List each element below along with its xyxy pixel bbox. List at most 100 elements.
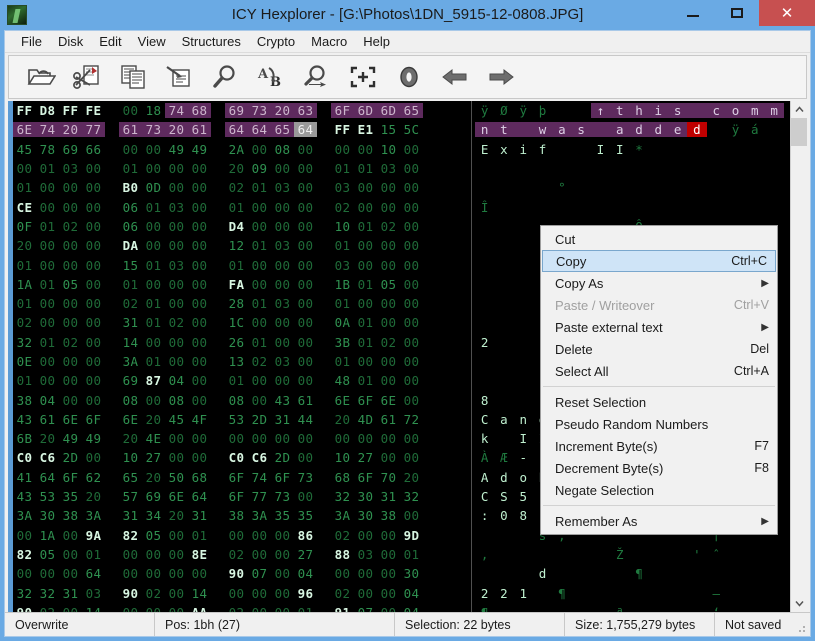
hex-byte[interactable]: 2D (248, 412, 271, 427)
title-bar[interactable]: ICY Hexplorer - [G:\Photos\1DN_5915-12-0… (0, 0, 815, 30)
hex-byte[interactable]: 00 (188, 296, 211, 311)
ascii-char[interactable] (494, 200, 513, 215)
ascii-char[interactable]: n (514, 412, 533, 427)
ascii-row[interactable]: Exif I I * (472, 140, 790, 159)
hex-byte[interactable]: 27 (142, 450, 165, 465)
hex-byte[interactable]: 00 (142, 566, 165, 581)
hex-byte[interactable]: 08 (225, 393, 248, 408)
ascii-char[interactable] (494, 547, 513, 562)
scroll-track[interactable] (791, 118, 807, 595)
ascii-char[interactable] (552, 566, 571, 581)
context-menu-item-increment-byte-s[interactable]: Increment Byte(s) F7 (541, 435, 777, 457)
hex-byte[interactable]: 00 (400, 219, 423, 234)
hex-byte[interactable]: C6 (36, 450, 59, 465)
hex-byte[interactable]: 70 (377, 470, 400, 485)
ascii-char[interactable] (591, 566, 610, 581)
hex-byte[interactable]: 00 (377, 296, 400, 311)
ascii-char[interactable] (649, 566, 668, 581)
ascii-char[interactable] (687, 142, 706, 157)
hex-byte[interactable]: 4D (354, 412, 377, 427)
hex-byte[interactable]: 31 (271, 412, 294, 427)
hex-byte[interactable]: 00 (377, 450, 400, 465)
hex-byte[interactable]: 6B (13, 431, 36, 446)
ascii-char[interactable] (494, 258, 513, 273)
ascii-char[interactable]: d (649, 122, 668, 137)
hex-byte[interactable]: 06 (119, 219, 142, 234)
hex-byte[interactable]: 05 (36, 547, 59, 562)
hex-byte[interactable]: 00 (354, 142, 377, 157)
hex-byte[interactable]: 65 (400, 103, 423, 118)
ascii-char[interactable] (726, 200, 745, 215)
hex-byte[interactable]: 00 (188, 354, 211, 369)
ascii-char[interactable] (571, 142, 590, 157)
hex-byte[interactable]: 27 (294, 547, 317, 562)
ascii-char[interactable] (649, 605, 668, 612)
ascii-char[interactable] (494, 528, 513, 543)
hex-byte[interactable]: 00 (271, 528, 294, 543)
hex-byte[interactable]: 01 (354, 335, 377, 350)
hex-byte[interactable]: 13 (225, 354, 248, 369)
ascii-char[interactable]:  (764, 122, 783, 137)
hex-byte[interactable]: 6E (13, 122, 36, 137)
ascii-char[interactable]: ¶ (629, 566, 648, 581)
hex-byte[interactable]: 26 (225, 335, 248, 350)
ascii-row[interactable]: ¶ ª ‘ (472, 603, 790, 612)
ascii-char[interactable] (668, 586, 687, 601)
ascii-char[interactable]: ÿ (514, 103, 533, 118)
hex-byte[interactable]: 74 (165, 103, 188, 118)
hex-byte[interactable]: 02 (331, 528, 354, 543)
hex-byte[interactable]: 00 (354, 354, 377, 369)
ascii-char[interactable] (591, 200, 610, 215)
ascii-char[interactable] (764, 142, 783, 157)
hex-byte[interactable]: 07 (248, 566, 271, 581)
hex-byte[interactable]: 00 (331, 431, 354, 446)
hex-byte[interactable]: 03 (271, 238, 294, 253)
hex-byte[interactable]: 20 (225, 161, 248, 176)
hex-byte[interactable]: 02 (13, 315, 36, 330)
hex-byte[interactable]: 64 (225, 122, 248, 137)
ascii-char[interactable] (494, 566, 513, 581)
ascii-char[interactable] (475, 354, 494, 369)
ascii-row[interactable]: ‚ Ž ' ˆ (472, 545, 790, 564)
hex-byte[interactable]: FF (331, 122, 354, 137)
hex-byte[interactable]: 00 (82, 296, 105, 311)
hex-byte[interactable]: 00 (188, 200, 211, 215)
hex-byte[interactable]: 00 (165, 605, 188, 612)
hex-byte[interactable]: 20 (142, 412, 165, 427)
hex-byte[interactable]: 00 (271, 161, 294, 176)
hex-byte[interactable]: 03 (271, 296, 294, 311)
hex-byte[interactable]: 18 (142, 103, 165, 118)
hex-byte[interactable]: 00 (331, 566, 354, 581)
hex-byte[interactable]: 53 (36, 489, 59, 504)
ascii-char[interactable] (475, 161, 494, 176)
hex-byte[interactable]: 69 (119, 373, 142, 388)
hex-byte[interactable]: 61 (377, 412, 400, 427)
ascii-char[interactable] (649, 180, 668, 195)
hex-byte[interactable]: 34 (142, 508, 165, 523)
hex-byte[interactable]: 01 (142, 258, 165, 273)
hex-byte[interactable]: 3B (331, 335, 354, 350)
hex-byte[interactable]: 00 (13, 161, 36, 176)
hex-byte[interactable]: 02 (119, 296, 142, 311)
hex-byte[interactable]: 01 (400, 547, 423, 562)
ascii-char[interactable]: x (494, 142, 513, 157)
ascii-char[interactable] (514, 238, 533, 253)
hex-byte[interactable]: 05 (59, 277, 82, 292)
hex-byte[interactable]: 90 (13, 605, 36, 612)
hex-byte[interactable]: DA (119, 238, 142, 253)
hex-byte[interactable]: 02 (59, 219, 82, 234)
hex-row[interactable]: 02 00 00 00 31 01 02 00 1C 00 00 00 0A 01 00 00 (13, 313, 469, 332)
ascii-char[interactable] (552, 547, 571, 562)
hex-row[interactable]: 38 04 00 00 08 00 08 00 08 00 43 61 6E 6F 6E 00 (13, 390, 469, 409)
hex-byte[interactable]: 1B (331, 277, 354, 292)
hex-row[interactable]: 43 61 6E 6F 6E 20 45 4F 53 2D 31 44 20 4D 61 72 (13, 410, 469, 429)
hex-byte[interactable]: 00 (36, 180, 59, 195)
hex-byte[interactable]: 08 (165, 393, 188, 408)
menu-macro[interactable]: Macro (303, 32, 355, 51)
hex-byte[interactable]: 00 (36, 238, 59, 253)
ascii-char[interactable]: ª (610, 605, 629, 612)
ascii-char[interactable] (494, 296, 513, 311)
hex-byte[interactable]: 64 (248, 122, 271, 137)
hex-byte[interactable]: 65 (119, 470, 142, 485)
hex-byte[interactable]: 20 (142, 470, 165, 485)
